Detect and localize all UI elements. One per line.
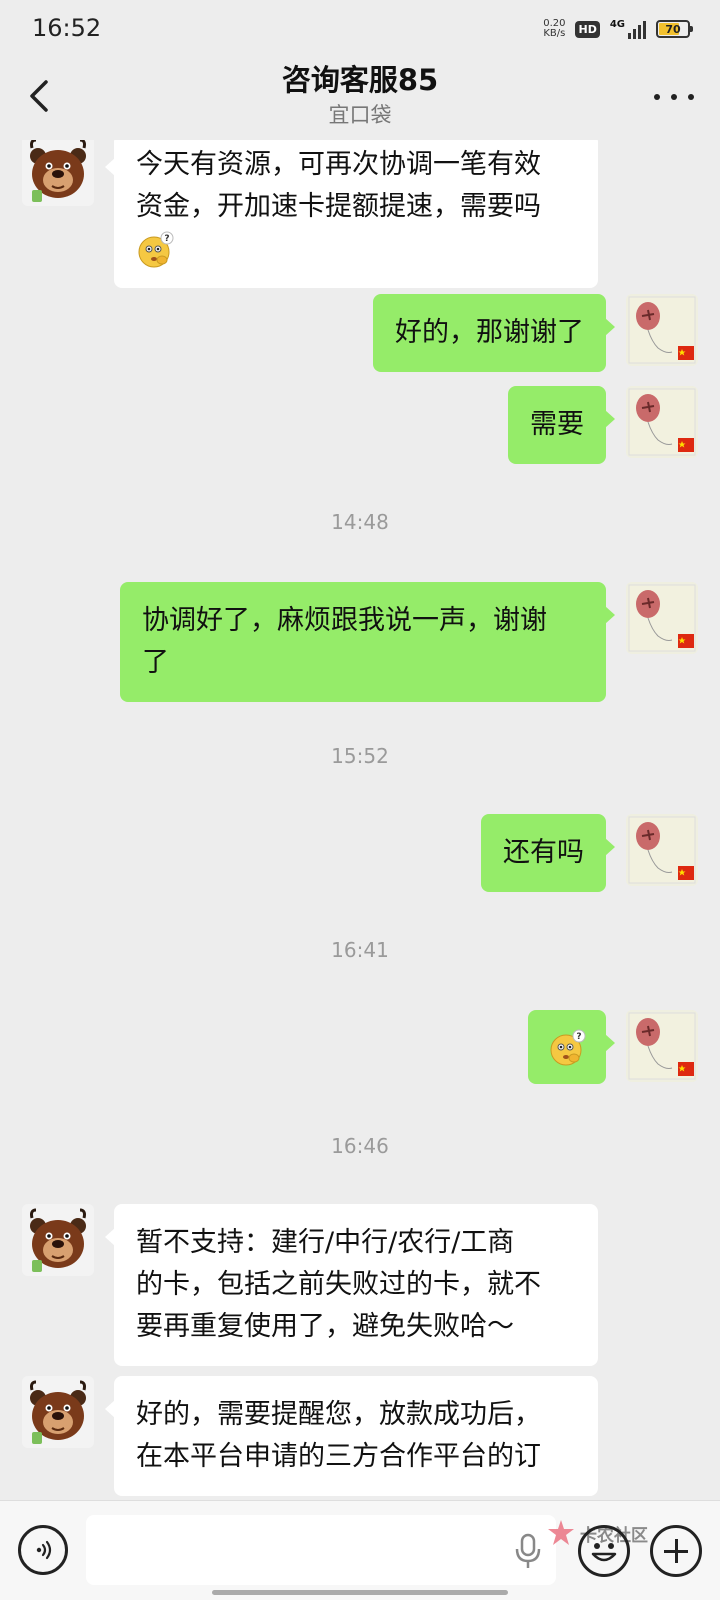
signal-icon: 4G xyxy=(610,19,646,39)
microphone-icon[interactable] xyxy=(510,1531,546,1571)
dot-icon xyxy=(654,94,660,100)
message-timestamp: 15:52 xyxy=(331,744,389,768)
network-speed: 0.20 KB/s xyxy=(543,18,566,39)
message-input[interactable] xyxy=(86,1515,556,1585)
agent-avatar[interactable] xyxy=(22,1204,94,1276)
dot-icon xyxy=(671,94,677,100)
message-bubble-incoming[interactable]: 暂不支持：建行/中行/农行/工商 的卡，包括之前失败过的卡，就不 要再重复使用了… xyxy=(105,1204,598,1366)
message-bubble-incoming[interactable]: 好的，需要提醒您，放款成功后， 在本平台申请的三方合作平台的订 xyxy=(105,1376,598,1496)
chevron-left-icon xyxy=(30,80,48,112)
my-avatar[interactable] xyxy=(626,814,698,886)
dot-icon xyxy=(688,94,694,100)
message-bubble-incoming[interactable]: 今天有资源，可再次协调一笔有效 资金，开加速卡提额提速，需要吗 xyxy=(105,140,598,288)
voice-mode-button[interactable] xyxy=(18,1525,68,1575)
input-bar: 卡农社区 xyxy=(0,1500,720,1600)
chat-title: 咨询客服85 xyxy=(281,63,439,97)
message-timestamp: 16:46 xyxy=(331,1134,389,1158)
message-bubble-outgoing[interactable]: 还有吗 xyxy=(481,814,615,892)
message-bubble-outgoing[interactable]: 好的，那谢谢了 xyxy=(373,294,615,372)
chat-subtitle: 宜口袋 xyxy=(328,103,392,127)
status-icons: 0.20 KB/s HD 4G 70 xyxy=(543,16,693,42)
thinking-emoji-icon xyxy=(136,231,174,269)
message-timestamp: 14:48 xyxy=(331,510,389,534)
status-time: 16:52 xyxy=(32,14,102,42)
more-functions-button[interactable] xyxy=(650,1525,702,1577)
smiley-icon xyxy=(591,1543,617,1562)
watermark-logo-icon xyxy=(548,1520,574,1545)
voice-icon xyxy=(36,1540,52,1560)
message-bubble-outgoing[interactable]: 需要 xyxy=(508,386,615,464)
my-avatar[interactable] xyxy=(626,582,698,654)
hd-badge: HD xyxy=(575,20,600,38)
agent-avatar[interactable] xyxy=(22,140,94,206)
status-bar: 16:52 0.20 KB/s HD 4G 70 xyxy=(0,0,720,56)
emoji-button[interactable] xyxy=(578,1525,630,1577)
message-list[interactable]: 今天有资源，可再次协调一笔有效 资金，开加速卡提额提速，需要吗 好的，那谢谢了 … xyxy=(0,140,720,1500)
home-indicator[interactable] xyxy=(212,1590,508,1595)
battery-icon: 70 xyxy=(656,20,693,38)
chat-header: 咨询客服85 宜口袋 xyxy=(0,56,720,140)
agent-avatar[interactable] xyxy=(22,1376,94,1448)
more-options-button[interactable] xyxy=(654,82,694,112)
my-avatar[interactable] xyxy=(626,294,698,366)
title-block: 咨询客服85 宜口袋 xyxy=(160,60,560,130)
back-button[interactable] xyxy=(20,72,60,120)
message-bubble-outgoing[interactable] xyxy=(528,1010,615,1084)
message-timestamp: 16:41 xyxy=(331,938,389,962)
my-avatar[interactable] xyxy=(626,1010,698,1082)
message-bubble-outgoing[interactable]: 协调好了，麻烦跟我说一声，谢谢 了 xyxy=(120,582,615,702)
my-avatar[interactable] xyxy=(626,386,698,458)
thinking-emoji-icon xyxy=(548,1029,586,1067)
